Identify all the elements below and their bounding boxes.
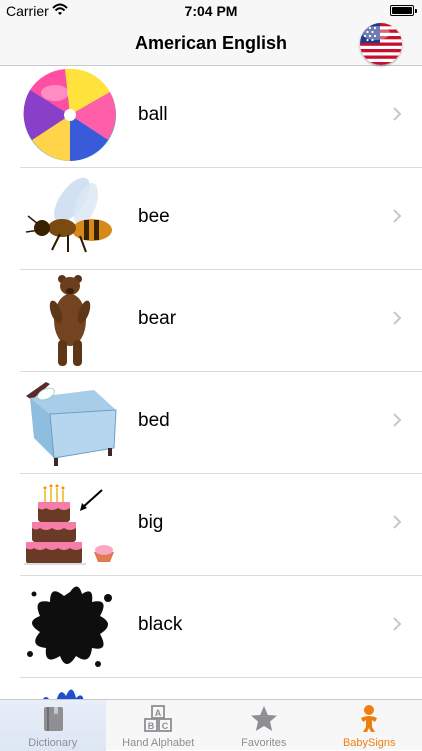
- bed-image: [20, 374, 120, 472]
- list-item-label: big: [138, 512, 163, 534]
- big-cake-image: [20, 476, 120, 574]
- tab-babysigns[interactable]: BabySigns: [317, 700, 422, 751]
- list-item-label: bee: [138, 206, 170, 228]
- page-title: American English: [0, 33, 422, 54]
- svg-text:B: B: [148, 721, 155, 731]
- us-flag-icon[interactable]: [360, 23, 402, 65]
- book-icon: [38, 704, 68, 734]
- battery-icon: [390, 5, 414, 16]
- status-time: 7:04 PM: [0, 3, 422, 19]
- list-item-label: bear: [138, 308, 176, 330]
- chevron-right-icon: [392, 106, 402, 122]
- bee-image: [20, 170, 120, 268]
- navigation-bar: American English: [0, 22, 422, 66]
- svg-text:C: C: [162, 721, 169, 731]
- tab-bar: Dictionary A B C Hand Alphabet Favorites…: [0, 699, 422, 750]
- svg-text:A: A: [155, 708, 162, 718]
- star-icon: [249, 704, 279, 734]
- status-bar: Carrier 7:04 PM: [0, 0, 422, 22]
- abc-blocks-icon: A B C: [143, 704, 173, 734]
- list-item-label: ball: [138, 104, 168, 126]
- tab-dictionary[interactable]: Dictionary: [0, 700, 106, 751]
- tab-label: Favorites: [211, 737, 317, 749]
- baby-icon: [354, 704, 384, 734]
- list-item[interactable]: big: [0, 474, 422, 576]
- list-item-label: bed: [138, 410, 170, 432]
- chevron-right-icon: [392, 208, 402, 224]
- chevron-right-icon: [392, 616, 402, 632]
- chevron-right-icon: [392, 412, 402, 428]
- word-list[interactable]: ball bee bear: [0, 66, 422, 699]
- list-item[interactable]: ball: [0, 66, 422, 168]
- chevron-right-icon: [392, 514, 402, 530]
- list-item[interactable]: bear: [0, 270, 422, 372]
- list-item-label: black: [138, 614, 182, 636]
- tab-label: Dictionary: [0, 737, 106, 749]
- tab-label: Hand Alphabet: [106, 737, 212, 749]
- tab-label: BabySigns: [317, 737, 422, 749]
- chevron-right-icon: [392, 310, 402, 326]
- list-item[interactable]: bed: [0, 372, 422, 474]
- blue-splat-image: [20, 680, 120, 699]
- tab-favorites[interactable]: Favorites: [211, 700, 317, 751]
- list-item[interactable]: bee: [0, 168, 422, 270]
- list-item[interactable]: black: [0, 576, 422, 678]
- tab-hand-alphabet[interactable]: A B C Hand Alphabet: [106, 700, 212, 751]
- list-item[interactable]: [0, 678, 422, 699]
- bear-image: [20, 272, 120, 370]
- black-splat-image: [20, 578, 120, 676]
- beach-ball-image: [20, 68, 120, 166]
